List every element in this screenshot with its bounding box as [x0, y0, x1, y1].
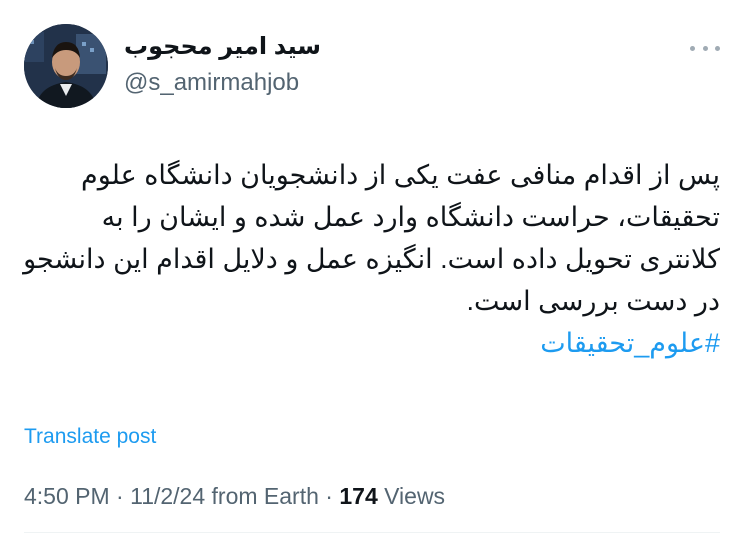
dot	[690, 45, 695, 51]
author-handle[interactable]: @s_amirmahjob	[124, 68, 321, 98]
post-text: پس از اقدام منافی عفت یکی از دانشجویان د…	[20, 154, 720, 364]
dot	[715, 45, 720, 51]
post-metadata: 4:50 PM · 11/2/24 from Earth · 174 Views	[24, 483, 445, 510]
post-source: from Earth	[211, 483, 319, 509]
profile-photo-icon	[24, 24, 108, 108]
author-display-name[interactable]: سید امیر محجوب	[124, 32, 321, 62]
avatar[interactable]	[24, 24, 108, 108]
separator: ·	[325, 483, 333, 509]
post-time[interactable]: 4:50 PM	[24, 483, 110, 509]
separator: ·	[116, 483, 124, 509]
hashtag-link[interactable]: #علوم_تحقیقات	[20, 322, 720, 364]
divider	[24, 532, 720, 533]
views-count: 174	[339, 483, 378, 509]
translate-post-link[interactable]: Translate post	[24, 425, 156, 449]
more-options-icon[interactable]	[690, 38, 720, 58]
post-header: سید امیر محجوب @s_amirmahjob	[24, 24, 720, 110]
views-label: Views	[384, 483, 446, 509]
dot	[702, 45, 708, 51]
post-body: پس از اقدام منافی عفت یکی از دانشجویان د…	[23, 160, 720, 316]
post-date[interactable]: 11/2/24	[130, 483, 205, 509]
author-names: سید امیر محجوب @s_amirmahjob	[124, 32, 321, 98]
